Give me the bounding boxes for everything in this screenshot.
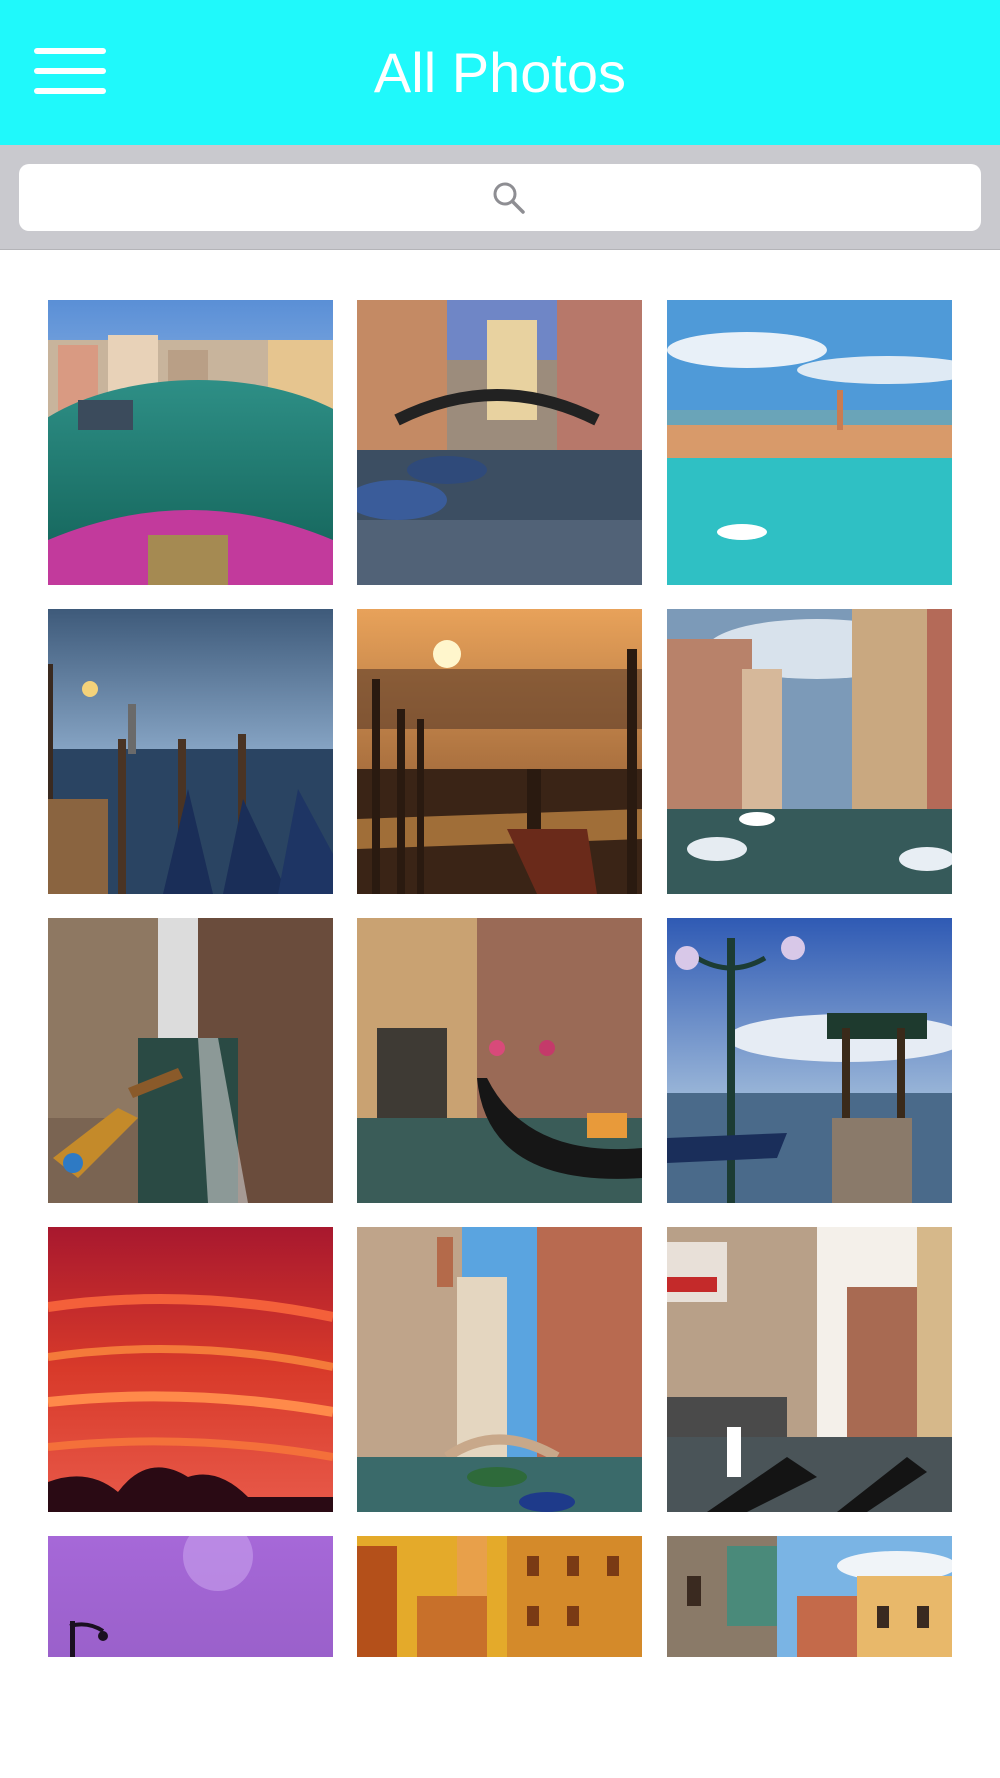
photo-thumbnail[interactable] bbox=[667, 300, 952, 585]
page-title: All Photos bbox=[373, 41, 627, 104]
photo-grid bbox=[0, 300, 1000, 1657]
photo-thumbnail[interactable] bbox=[357, 1227, 642, 1512]
photo-thumbnail[interactable] bbox=[48, 1227, 333, 1512]
photo-thumbnail[interactable] bbox=[667, 1227, 952, 1512]
search-bar bbox=[0, 145, 1000, 250]
photo-thumbnail[interactable] bbox=[357, 1536, 642, 1657]
photo-thumbnail[interactable] bbox=[357, 918, 642, 1203]
photo-thumbnail[interactable] bbox=[667, 1536, 952, 1657]
photo-app: All Photos bbox=[0, 0, 1000, 1778]
search-input[interactable] bbox=[19, 164, 981, 231]
hamburger-menu-icon[interactable] bbox=[34, 46, 108, 98]
photo-thumbnail[interactable] bbox=[667, 918, 952, 1203]
search-icon bbox=[493, 182, 525, 214]
photo-thumbnail[interactable] bbox=[48, 609, 333, 894]
photo-thumbnail[interactable] bbox=[48, 918, 333, 1203]
photo-thumbnail[interactable] bbox=[357, 300, 642, 585]
photo-thumbnail[interactable] bbox=[357, 609, 642, 894]
photo-thumbnail[interactable] bbox=[48, 300, 333, 585]
top-navigation-bar: All Photos bbox=[0, 0, 1000, 145]
photo-thumbnail[interactable] bbox=[48, 1536, 333, 1657]
photo-thumbnail[interactable] bbox=[667, 609, 952, 894]
